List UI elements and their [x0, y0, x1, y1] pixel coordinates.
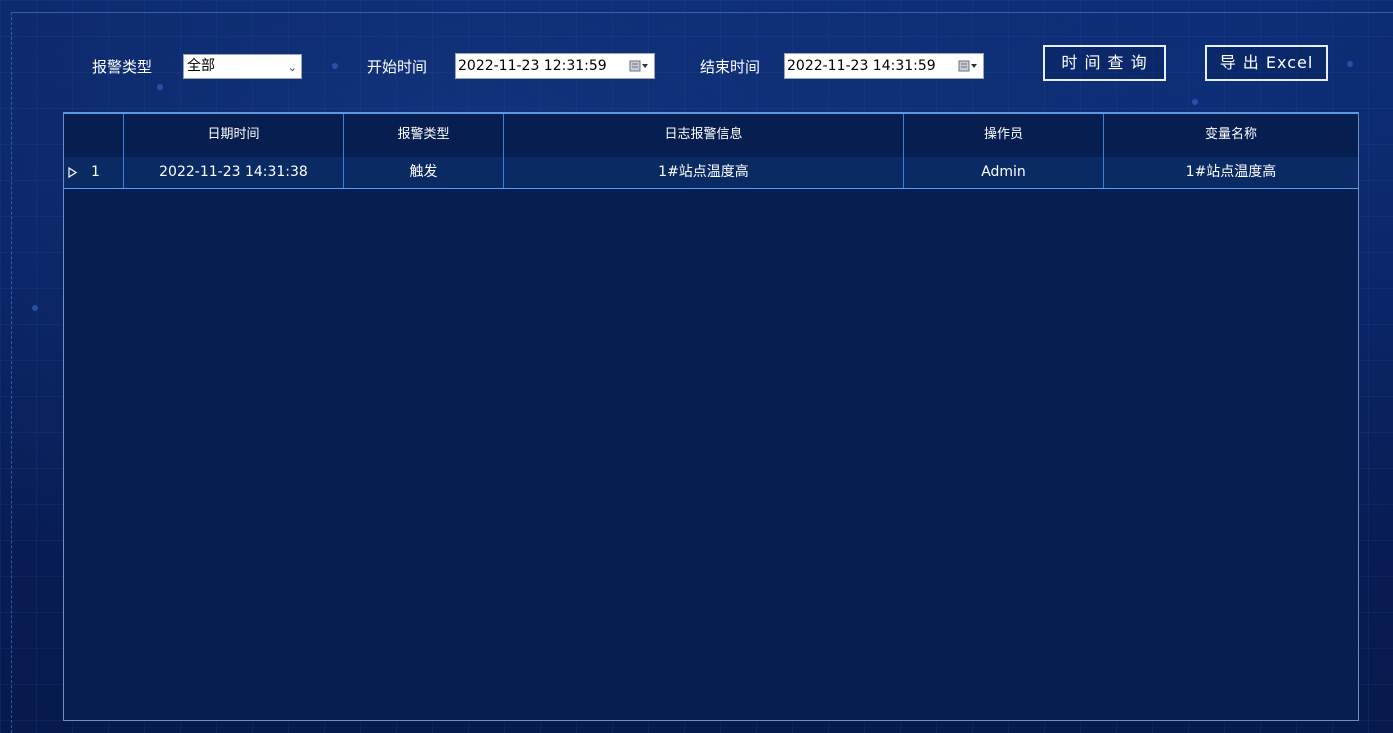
column-header-variable[interactable]: 变量名称	[1104, 114, 1358, 158]
alarm-type-value: 全部	[187, 58, 215, 74]
end-time-picker[interactable]: 2022-11-23 14:31:59	[784, 53, 984, 79]
end-time-value: 2022-11-23 14:31:59	[787, 58, 936, 74]
decor-dot	[1192, 99, 1198, 105]
decor-dot	[332, 63, 338, 69]
calendar-dropdown-icon[interactable]	[958, 60, 978, 72]
triangle-right-icon	[68, 167, 77, 178]
row-index: 1	[91, 164, 100, 180]
frame-top-line	[12, 12, 1393, 13]
column-header-operator[interactable]: 操作员	[904, 114, 1104, 158]
time-query-button[interactable]: 时 间 查 询	[1043, 45, 1166, 81]
chevron-down-icon[interactable]: ⌄	[288, 56, 297, 79]
start-time-picker[interactable]: 2022-11-23 12:31:59	[455, 53, 655, 79]
start-time-value: 2022-11-23 12:31:59	[458, 58, 607, 74]
decor-dot	[1347, 61, 1353, 67]
cell-alarm-type[interactable]: 触发	[344, 157, 504, 188]
alarm-log-table: 日期时间 报警类型 日志报警信息 操作员 变量名称 1 2022-11-23 1…	[63, 112, 1359, 721]
export-excel-button[interactable]: 导 出 Excel	[1205, 45, 1328, 81]
cell-operator[interactable]: Admin	[904, 157, 1104, 188]
alarm-type-select[interactable]: 全部 ⌄	[183, 54, 302, 79]
table-header: 日期时间 报警类型 日志报警信息 操作员 变量名称	[64, 113, 1358, 158]
column-header-datetime[interactable]: 日期时间	[124, 114, 344, 158]
calendar-dropdown-icon[interactable]	[629, 60, 649, 72]
decor-dot	[157, 84, 163, 90]
cell-message[interactable]: 1#站点温度高	[504, 157, 904, 188]
column-header-message[interactable]: 日志报警信息	[504, 114, 904, 158]
start-time-label: 开始时间	[367, 58, 428, 76]
frame-left-line	[11, 12, 12, 733]
column-header-alarm-type[interactable]: 报警类型	[344, 114, 504, 158]
cell-datetime[interactable]: 2022-11-23 14:31:38	[124, 157, 344, 188]
decor-dot	[32, 305, 38, 311]
end-time-label: 结束时间	[700, 58, 761, 76]
cell-variable[interactable]: 1#站点温度高	[1104, 157, 1358, 188]
table-row[interactable]: 1 2022-11-23 14:31:38 触发 1#站点温度高 Admin 1…	[64, 157, 1358, 189]
column-header-index[interactable]	[64, 114, 124, 158]
row-index-cell[interactable]: 1	[64, 157, 124, 188]
alarm-type-label: 报警类型	[92, 58, 153, 76]
